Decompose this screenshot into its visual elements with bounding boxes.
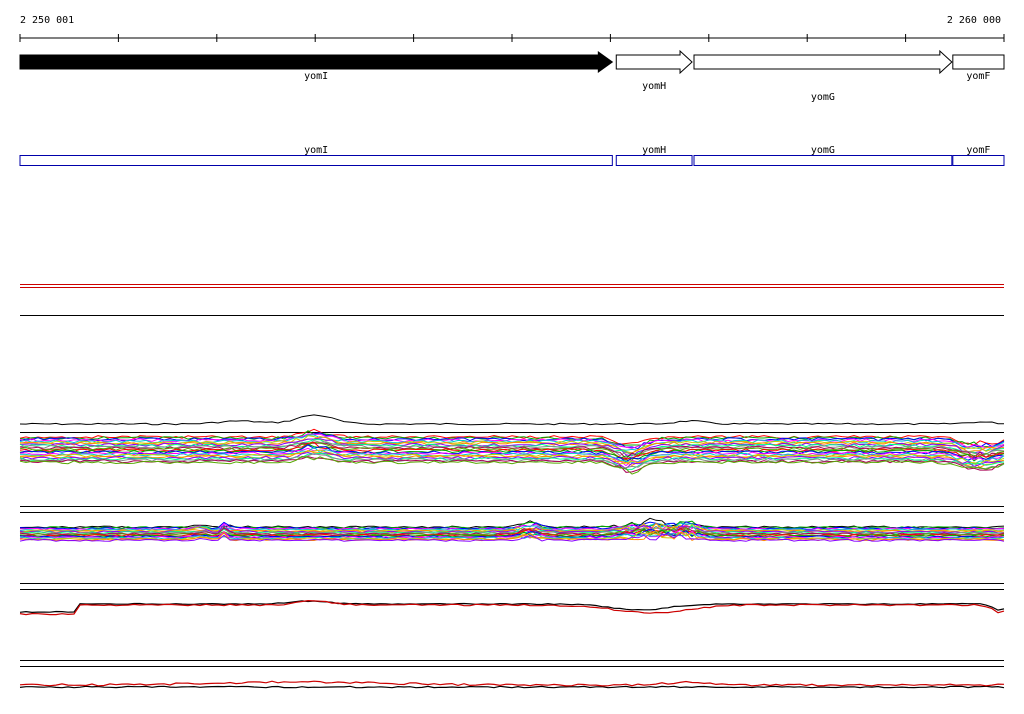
annotation-box-yomG[interactable] [693,155,953,166]
gene-track: yomI yomH yomG yomF [19,49,1005,103]
ruler-end-label: 2 260 000 [947,15,1001,26]
ruler-start-label: 2 250 001 [20,15,74,26]
signal-line-black [19,600,1005,614]
signal-line-profile [19,414,1005,426]
signal-line-red [19,680,1005,687]
genome-browser: 2 250 001 2 260 000 yomI yomH yomG yomF yom… [19,15,1005,689]
annotation-label-yomF: yomF [966,145,990,156]
annotation-label-yomI: yomI [304,145,328,156]
gene-arrow-yomG[interactable] [693,49,953,75]
gene-arrow-yomF[interactable] [952,54,1005,70]
gene-label-yomF: yomF [966,71,990,82]
gene-arrow-yomH[interactable] [615,49,693,75]
signal-line-red [19,599,1005,616]
gene-arrow-yomI[interactable] [19,51,614,73]
annotation-label-yomG: yomG [811,145,835,156]
ruler: 2 250 001 2 260 000 [19,15,1005,42]
signal-line-black [19,685,1005,689]
gene-label-yomG: yomG [811,92,835,103]
annotation-box-yomF[interactable] [952,155,1005,166]
annotation-track: yomI yomH yomG yomF [19,145,1005,166]
signal-tracks [19,284,1005,689]
annotation-box-yomH[interactable] [615,155,693,166]
annotation-label-yomH: yomH [642,145,666,156]
gene-label-yomI: yomI [304,71,328,82]
gene-label-yomH: yomH [642,81,666,92]
annotation-box-yomI[interactable] [19,155,613,166]
